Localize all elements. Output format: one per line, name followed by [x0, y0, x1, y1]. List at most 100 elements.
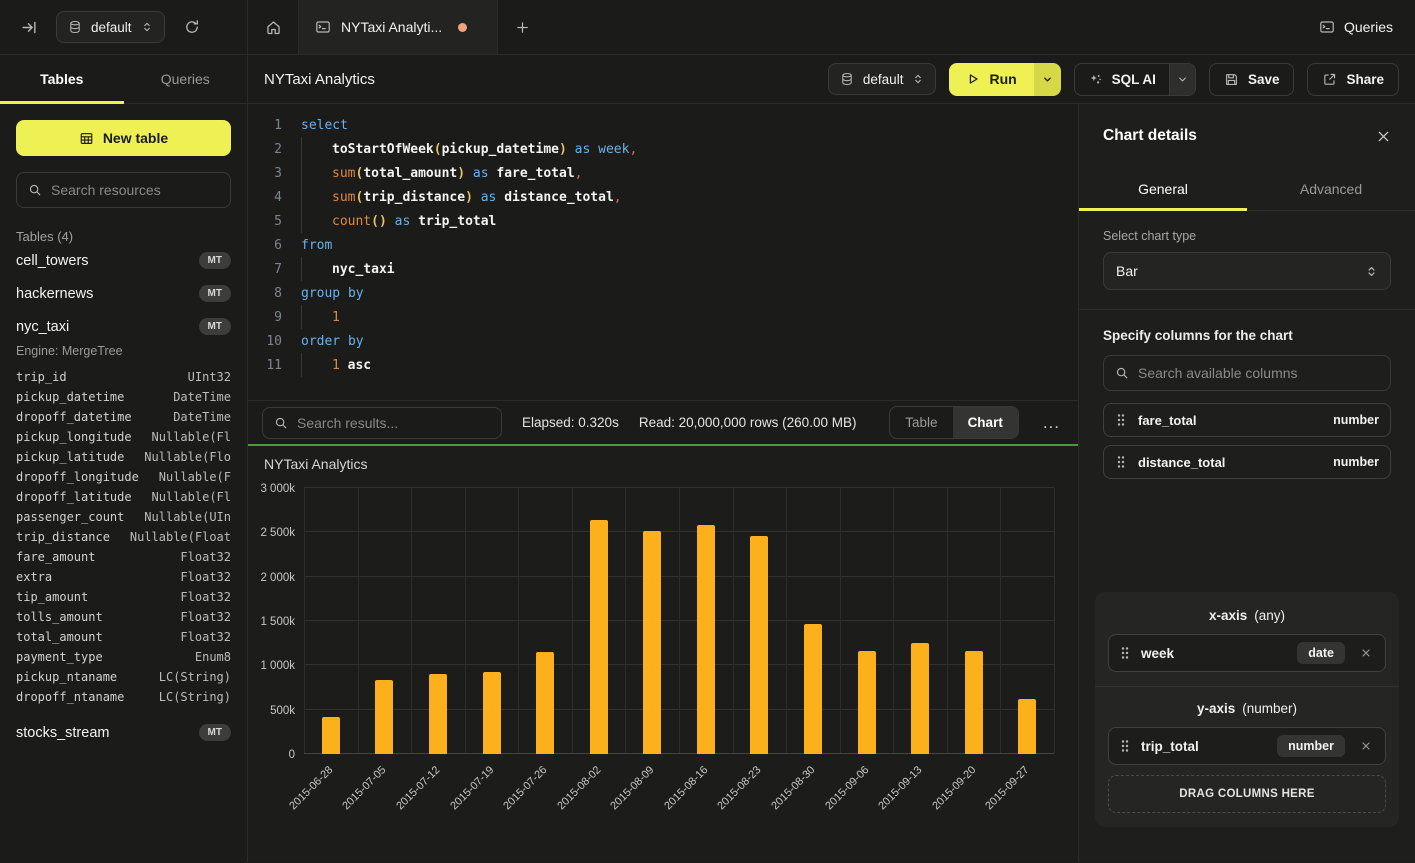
spacer — [16, 707, 231, 716]
database-selector-value: default — [91, 20, 132, 35]
code-token: , — [614, 190, 622, 205]
y-axis-tick-label: 2 000k — [235, 572, 295, 584]
tab-general[interactable]: General — [1079, 168, 1247, 210]
second-row: Tables Queries NYTaxi Analytics default … — [0, 55, 1415, 104]
code-line: 10order by — [248, 329, 1078, 353]
column-type: Float32 — [180, 630, 231, 644]
save-label: Save — [1248, 72, 1280, 87]
sql-ai-button[interactable]: SQL AI — [1075, 64, 1169, 95]
column-name: pickup_ntaname — [16, 670, 117, 684]
drag-handle-icon[interactable] — [1119, 739, 1131, 753]
sidebar-tab-queries[interactable]: Queries — [124, 55, 248, 103]
column-type: Float32 — [180, 610, 231, 624]
table-row[interactable]: hackernewsMT — [16, 277, 231, 310]
drag-handle-icon[interactable] — [1115, 413, 1127, 427]
engine-badge: MT — [199, 724, 231, 741]
column-type: Nullable(Fl — [152, 490, 231, 504]
sql-ai-options-button[interactable] — [1169, 64, 1195, 95]
sql-ai-split-button: SQL AI — [1074, 63, 1196, 96]
drag-columns-dropzone[interactable]: DRAG COLUMNS HERE — [1108, 775, 1386, 813]
tab-advanced[interactable]: Advanced — [1247, 168, 1415, 210]
table-row[interactable]: cell_towersMT — [16, 244, 231, 277]
bar-2015-08-02 — [590, 520, 608, 754]
new-tab-button[interactable] — [498, 0, 546, 54]
available-column-chip[interactable]: fare_totalnumber — [1103, 403, 1391, 437]
drag-handle-icon[interactable] — [1119, 646, 1131, 660]
y-axis-column-chip[interactable]: trip_total number — [1108, 727, 1386, 765]
panel-spacer — [1079, 487, 1415, 592]
new-table-button[interactable]: New table — [16, 120, 231, 156]
refresh-icon — [184, 19, 200, 35]
chart-details-header: Chart details — [1079, 104, 1415, 168]
refresh-button[interactable] — [177, 12, 207, 42]
line-number: 4 — [258, 190, 282, 205]
gridline-vertical — [893, 488, 894, 754]
elapsed-stat: Elapsed: 0.320s — [522, 415, 619, 430]
indent-guide — [301, 185, 332, 209]
column-type: Nullable(Float — [130, 530, 231, 544]
code-token: as — [395, 214, 411, 229]
gridline-vertical — [786, 488, 787, 754]
chart-details-body: Select chart type Bar Specify columns fo… — [1079, 211, 1415, 487]
table-column-row: trip_idUInt32 — [16, 367, 231, 387]
search-icon — [274, 416, 288, 430]
y-axis-label: y-axis — [1197, 701, 1235, 716]
code-token: total_amount — [363, 166, 457, 181]
code-token: fare_total — [496, 166, 574, 181]
code-token: () — [371, 214, 387, 229]
run-options-button[interactable] — [1034, 63, 1061, 96]
close-icon — [1360, 647, 1372, 659]
run-button[interactable]: Run — [949, 63, 1033, 96]
sql-editor[interactable]: 1select2toStartOfWeek(pickup_datetime) a… — [248, 104, 1078, 400]
available-column-chip[interactable]: distance_totalnumber — [1103, 445, 1391, 479]
code-token: distance_total — [504, 190, 614, 205]
code-token: count — [332, 214, 371, 229]
y-axis-tick-label: 3 000k — [235, 483, 295, 495]
code-token: ) — [559, 142, 567, 157]
x-axis-hint: (any) — [1254, 608, 1285, 623]
line-number: 9 — [258, 310, 282, 325]
search-resources-input[interactable]: Search resources — [16, 172, 231, 208]
more-options-button[interactable]: ... — [1039, 413, 1064, 433]
chart-area: NYTaxi Analytics 0500k1 000k1 500k2 000k… — [248, 446, 1078, 862]
table-column-row: tolls_amountFloat32 — [16, 607, 231, 627]
code-line: 4sum(trip_distance) as distance_total, — [248, 185, 1078, 209]
indent-guide — [301, 161, 332, 185]
column-name: pickup_datetime — [16, 390, 124, 404]
gridline-vertical — [625, 488, 626, 754]
chevron-down-icon — [1177, 74, 1188, 85]
queries-button[interactable]: Queries — [1319, 0, 1415, 54]
remove-x-axis-column-button[interactable] — [1357, 647, 1375, 659]
code-token: trip_distance — [363, 190, 465, 205]
x-axis-column-chip[interactable]: week date — [1108, 634, 1386, 672]
share-button[interactable]: Share — [1307, 63, 1399, 96]
search-results-input[interactable]: Search results... — [262, 407, 502, 439]
sidebar-tab-tables[interactable]: Tables — [0, 55, 124, 103]
close-panel-button[interactable] — [1376, 129, 1391, 144]
bar-2015-09-27 — [1018, 699, 1036, 754]
view-toggle-table[interactable]: Table — [890, 407, 952, 438]
view-toggle-chart[interactable]: Chart — [953, 407, 1018, 438]
database-selector[interactable]: default — [56, 11, 165, 43]
y-axis-tick-label: 1 000k — [235, 660, 295, 672]
tab-nytaxi-analytics[interactable]: NYTaxi Analyti... — [298, 0, 498, 54]
toolbar-database-selector[interactable]: default — [828, 63, 937, 95]
chart-type-select[interactable]: Bar — [1103, 252, 1391, 290]
code-token — [473, 190, 481, 205]
table-row[interactable]: stocks_streamMT — [16, 716, 231, 749]
gridline-vertical — [679, 488, 680, 754]
search-columns-input[interactable]: Search available columns — [1103, 355, 1391, 391]
save-button[interactable]: Save — [1209, 63, 1295, 96]
y-axis-tick-label: 2 500k — [235, 527, 295, 539]
available-column-type: number — [1333, 413, 1379, 427]
code-token: 1 — [332, 358, 340, 373]
y-axis-hint: (number) — [1242, 701, 1297, 716]
drag-handle-icon[interactable] — [1115, 455, 1127, 469]
collapse-sidebar-button[interactable] — [14, 12, 44, 42]
search-icon — [1115, 366, 1129, 380]
remove-y-axis-column-button[interactable] — [1357, 740, 1375, 752]
axis-divider — [1095, 686, 1399, 687]
home-tab-button[interactable] — [248, 0, 298, 54]
table-row[interactable]: nyc_taxiMT — [16, 310, 231, 343]
line-number: 6 — [258, 238, 282, 253]
